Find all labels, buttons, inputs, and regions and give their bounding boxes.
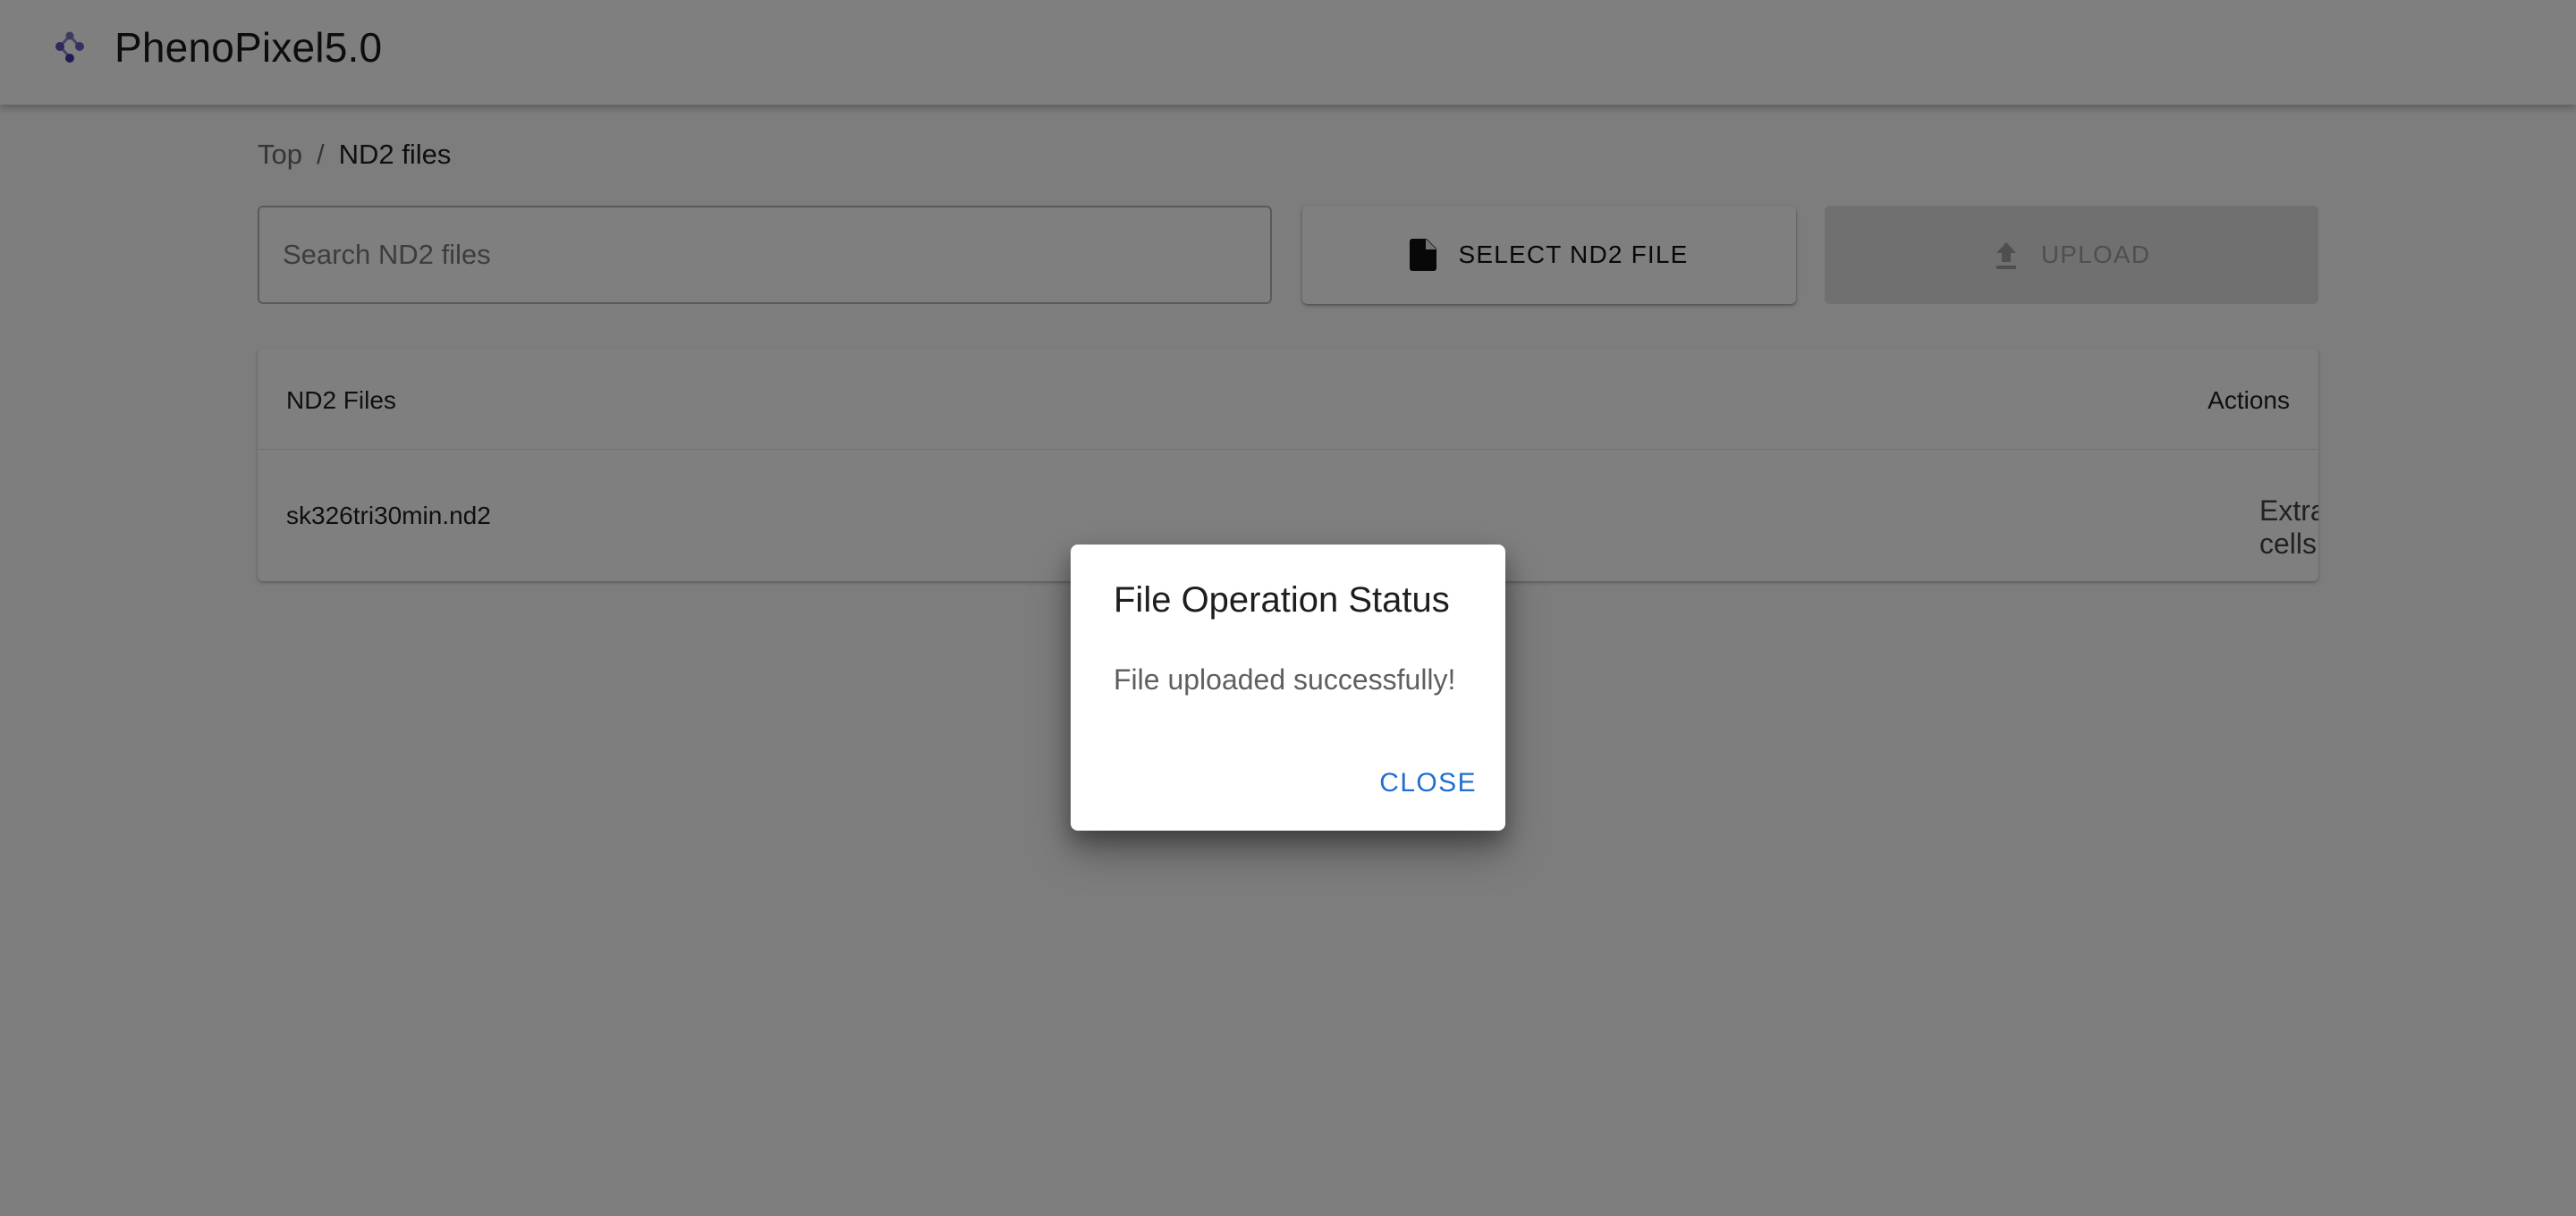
- dialog-title: File Operation Status: [1114, 580, 1450, 620]
- app-root: PhenoPixel5.0 Top / ND2 files SELECT ND2…: [0, 0, 2576, 1216]
- close-button[interactable]: CLOSE: [1379, 768, 1477, 798]
- dialog-message: File uploaded successfully!: [1114, 663, 1456, 696]
- file-operation-dialog: File Operation Status File uploaded succ…: [1071, 545, 1505, 831]
